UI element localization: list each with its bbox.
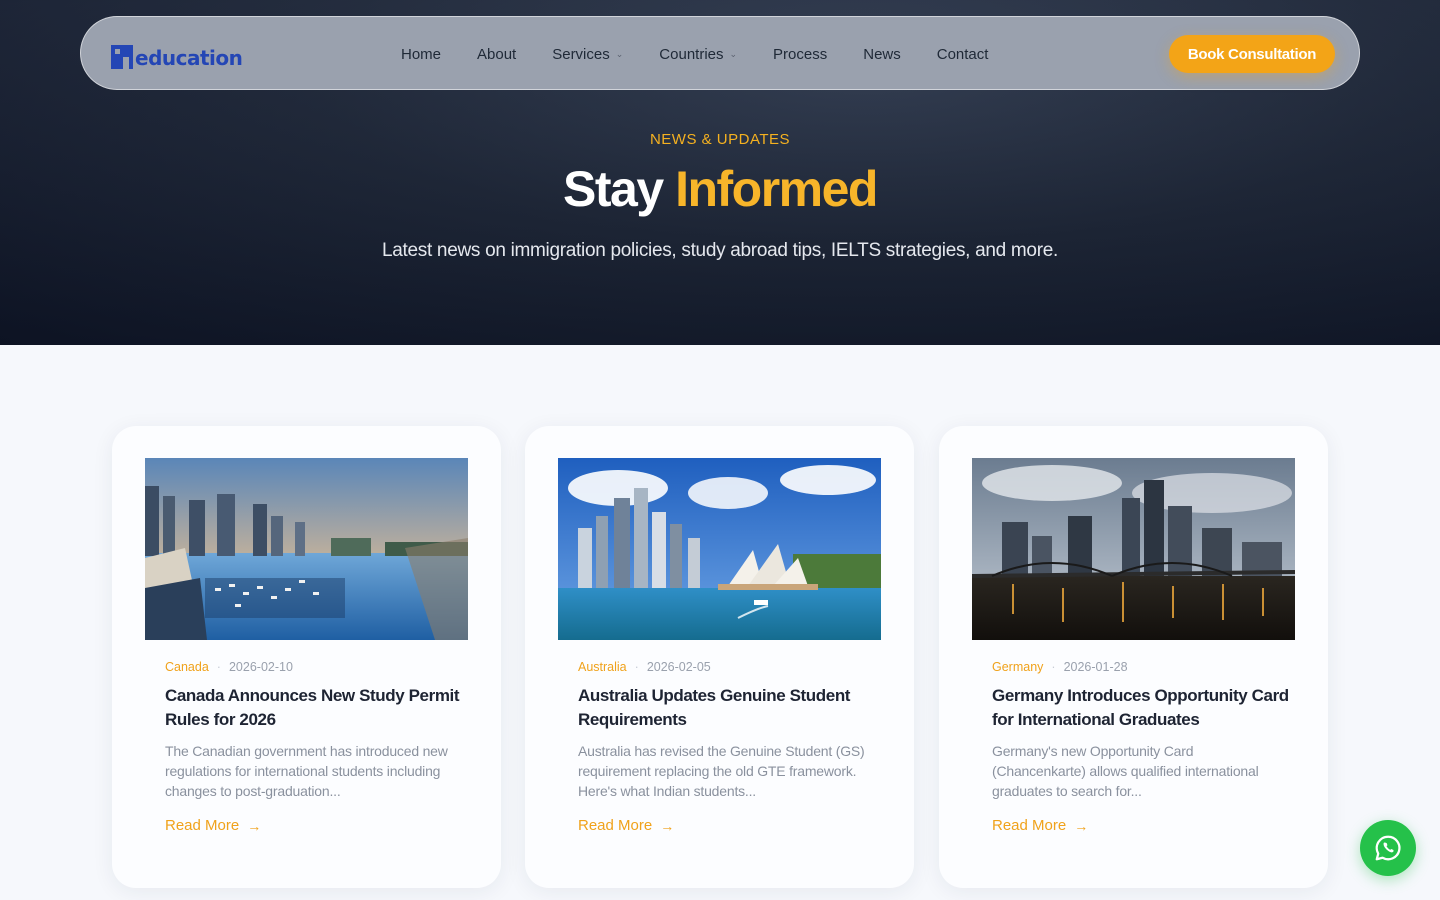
read-more-label: Read More (578, 817, 653, 834)
article-meta: Canada · 2026-02-10 (165, 660, 293, 674)
read-more-label: Read More (992, 817, 1067, 834)
article-title[interactable]: Germany Introduces Opportunity Card for … (992, 684, 1292, 732)
news-card-australia: Australia · 2026-02-05 Australia Updates… (525, 426, 914, 888)
nav-label: Services (552, 45, 610, 63)
article-excerpt: Australia has revised the Genuine Studen… (578, 743, 865, 799)
article-date: 2026-02-10 (228, 660, 293, 674)
title-plain: Stay (563, 161, 664, 217)
nav-label: Home (401, 45, 442, 63)
nav-item-contact[interactable]: Contact (937, 46, 989, 63)
article-category[interactable]: Germany (992, 660, 1043, 674)
chevron-down-icon: ⌄ (615, 48, 624, 59)
title-accent: Informed (675, 161, 878, 217)
news-card-germany: Germany · 2026-01-28 Germany Introduces … (939, 426, 1328, 888)
article-excerpt: The Canadian government has introduced n… (165, 743, 448, 799)
vancouver-harbor-photo[interactable] (145, 458, 468, 640)
read-more-link[interactable]: Read More → (992, 817, 1088, 834)
article-category[interactable]: Australia (578, 660, 627, 674)
chevron-down-icon: ⌄ (729, 48, 738, 59)
read-more-link[interactable]: Read More → (165, 817, 261, 834)
nav-item-home[interactable]: Home (401, 46, 441, 63)
arrow-right-icon: → (247, 817, 262, 834)
nav-label: Countries (659, 45, 724, 63)
article-title[interactable]: Canada Announces New Study Permit Rules … (165, 684, 465, 732)
article-meta: Germany · 2026-01-28 (992, 660, 1128, 674)
article-title[interactable]: Australia Updates Genuine Student Requir… (578, 684, 878, 732)
whatsapp-icon (1375, 835, 1401, 861)
nav-label: Process (773, 45, 828, 63)
article-date: 2026-01-28 (1063, 660, 1128, 674)
article-meta: Australia · 2026-02-05 (578, 660, 711, 674)
logo-text: education (135, 46, 243, 70)
nav-item-services[interactable]: Services ⌄ (552, 46, 623, 63)
read-more-label: Read More (165, 817, 240, 834)
news-card-canada: Canada · 2026-02-10 Canada Announces New… (112, 426, 501, 888)
nav-item-about[interactable]: About (477, 46, 516, 63)
article-date: 2026-02-05 (646, 660, 711, 674)
sydney-opera-house-photo[interactable] (558, 458, 881, 640)
article-excerpt: Germany's new Opportunity Card (Chancenk… (992, 743, 1259, 799)
hero-section: education Home About Services ⌄ Countries… (0, 0, 1440, 345)
arrow-right-icon: → (1074, 817, 1089, 834)
meta-separator: · (216, 660, 221, 674)
nav-label: Contact (936, 45, 989, 63)
nav-label: About (477, 45, 517, 63)
arrow-right-icon: → (660, 817, 675, 834)
section-eyebrow: NEWS & UPDATES (649, 131, 791, 148)
logo-mark-icon (111, 45, 133, 69)
page-title: Stay Informed (0, 160, 1440, 218)
top-navbar: education Home About Services ⌄ Countries… (80, 16, 1360, 90)
nav-label: News (863, 45, 901, 63)
whatsapp-chat-button[interactable] (1360, 820, 1416, 876)
book-consultation-button[interactable]: Book Consultation (1169, 35, 1335, 73)
article-category[interactable]: Canada (165, 660, 209, 674)
main-menu: Home About Services ⌄ Countries ⌄ Process … (401, 17, 1024, 91)
nav-item-news[interactable]: News (863, 46, 901, 63)
page-subtitle: Latest news on immigration policies, stu… (382, 240, 1058, 261)
meta-separator: · (1051, 660, 1056, 674)
frankfurt-skyline-photo[interactable] (972, 458, 1295, 640)
nav-item-process[interactable]: Process (773, 46, 827, 63)
nav-item-countries[interactable]: Countries ⌄ (659, 46, 737, 63)
meta-separator: · (634, 660, 639, 674)
read-more-link[interactable]: Read More → (578, 817, 674, 834)
site-logo[interactable]: education (111, 41, 243, 70)
